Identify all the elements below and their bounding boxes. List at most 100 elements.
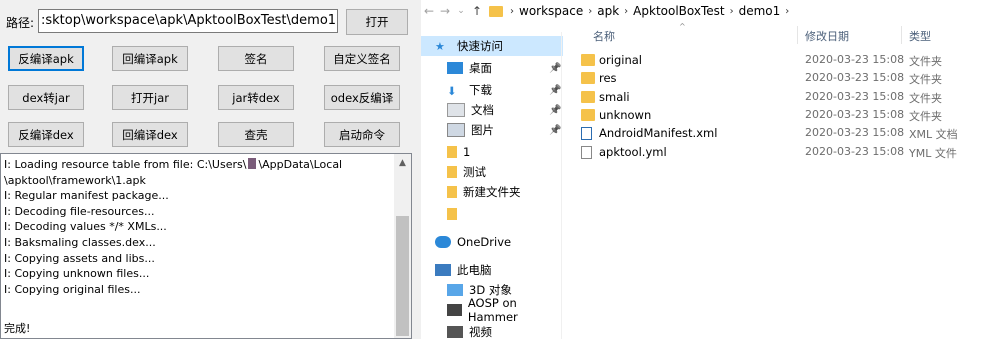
nav-item[interactable]: 文档 📌 — [421, 100, 561, 120]
nav-item[interactable]: 视频 — [421, 322, 492, 342]
nav-label: 此电脑 — [457, 263, 492, 277]
sort-up-icon: ^ — [679, 22, 686, 31]
log-text: I: Copying unknown files... — [4, 267, 150, 281]
breadcrumb-item[interactable]: ApktoolBoxTest — [633, 4, 724, 18]
folder-icon — [581, 72, 595, 85]
back-icon[interactable]: ← — [421, 4, 437, 18]
folder-icon — [581, 90, 595, 103]
nav-label: 桌面 — [469, 61, 492, 75]
log-text: I: Decoding file-resources... — [4, 204, 155, 218]
nav-label: AOSP on Hammer — [467, 296, 518, 324]
file-type: 文件夹 — [909, 55, 942, 68]
log-text: I: Copying original files... — [4, 282, 141, 296]
scroll-thumb[interactable] — [396, 216, 409, 336]
log-output[interactable]: I: Loading resource table from file: C:\… — [0, 153, 412, 339]
log-scrollbar[interactable]: ▲ — [394, 154, 411, 338]
file-date: 2020-03-23 15:08 — [805, 107, 905, 121]
star-icon: ★ — [435, 40, 445, 53]
nav-item[interactable]: 测试 — [421, 162, 486, 182]
up-arrow-icon[interactable]: ↑ — [469, 4, 485, 18]
nav-label: 快速访问 — [457, 39, 503, 53]
file-row[interactable]: AndroidManifest.xml 2020-03-23 15:08 XML 文… — [581, 125, 981, 143]
breadcrumb-chevron-icon[interactable]: › — [785, 6, 789, 17]
log-text-suffix: \AppData\Local — [258, 158, 343, 171]
file-row[interactable]: apktool.yml 2020-03-23 15:08 YML 文件 — [581, 144, 981, 162]
breadcrumb-chevron-icon[interactable]: › — [510, 6, 514, 17]
pin-icon[interactable]: 📌 — [549, 85, 561, 96]
log-text: I: Baksmaling classes.dex... — [4, 235, 156, 249]
file-name: unknown — [599, 107, 652, 122]
file-type: 文件夹 — [909, 73, 942, 87]
log-text: I: Loading resource table from file: C:\… — [4, 158, 247, 171]
file-name: apktool.yml — [599, 144, 667, 159]
breadcrumb-chevron-icon[interactable]: › — [624, 6, 628, 17]
file-row[interactable]: smali 2020-03-23 15:08 文件夹 — [581, 89, 981, 107]
log-line: I: Loading resource table from file: C:\… — [4, 157, 396, 173]
action-button[interactable]: 回编译dex — [112, 122, 188, 147]
action-button[interactable]: jar转dex — [218, 85, 294, 110]
nav-item[interactable]: 图片 📌 — [421, 120, 561, 140]
action-button[interactable]: 自定义签名 — [324, 46, 400, 71]
breadcrumb-item[interactable]: workspace — [519, 4, 583, 18]
document-icon — [447, 103, 465, 117]
nav-item[interactable]: 1 — [421, 142, 470, 162]
nav-item[interactable] — [421, 204, 463, 224]
column-name[interactable]: 名称 — [593, 28, 615, 44]
action-button[interactable]: 反编译apk — [8, 46, 84, 71]
file-name: res — [599, 71, 617, 86]
nav-item[interactable]: AOSP on Hammer — [421, 296, 563, 324]
file-name: AndroidManifest.xml — [599, 126, 718, 141]
download-icon: ⬇ — [447, 84, 457, 98]
action-button[interactable]: dex转jar — [8, 85, 84, 110]
recent-chevron-icon[interactable]: ⌄ — [453, 6, 469, 16]
log-line: \apktool\framework\1.apk — [4, 173, 396, 189]
action-button[interactable]: 反编译dex — [8, 122, 84, 147]
nav-label: 图片 — [471, 123, 494, 137]
breadcrumb-chevron-icon[interactable]: › — [730, 6, 734, 17]
nav-item[interactable]: 新建文件夹 — [421, 182, 521, 202]
path-label: 路径: — [6, 16, 35, 30]
pin-icon[interactable]: 📌 — [549, 105, 561, 116]
scroll-up-icon[interactable]: ▲ — [394, 154, 411, 171]
file-row[interactable]: original 2020-03-23 15:08 文件夹 — [581, 52, 981, 70]
log-line: I: Decoding file-resources... — [4, 204, 396, 220]
nav-label: 视频 — [469, 325, 492, 339]
breadcrumb-item[interactable]: apk — [597, 4, 619, 18]
nav-item[interactable]: ★ 快速访问 — [421, 36, 563, 56]
breadcrumb-item[interactable]: demo1 — [739, 4, 781, 18]
action-button[interactable]: 启动命令 — [324, 122, 400, 147]
column-divider[interactable] — [797, 26, 798, 44]
pin-icon[interactable]: 📌 — [549, 63, 561, 74]
breadcrumb[interactable]: › workspace › apk › ApktoolBoxTest › demo1 › — [489, 4, 794, 18]
nav-item[interactable]: OneDrive — [421, 232, 511, 252]
nav-label: 新建文件夹 — [463, 185, 521, 199]
apk-path-input[interactable]: :sktop\workspace\apk\ApktoolBoxTest\demo… — [38, 9, 338, 33]
nav-item[interactable]: ⬇ 下载 📌 — [421, 80, 561, 100]
nav-item[interactable]: 此电脑 — [421, 260, 492, 280]
open-button[interactable]: 打开 — [346, 9, 408, 35]
forward-icon[interactable]: → — [437, 4, 453, 18]
file-row[interactable]: unknown 2020-03-23 15:08 文件夹 — [581, 107, 981, 125]
log-text: I: Decoding values */* XMLs... — [4, 220, 167, 234]
xml-file-icon — [581, 127, 592, 141]
nav-item[interactable]: 桌面 📌 — [421, 58, 561, 78]
column-date[interactable]: 修改日期 — [805, 28, 849, 44]
action-button[interactable]: 打开jar — [112, 85, 188, 110]
log-text: I: Regular manifest package... — [4, 189, 169, 203]
log-line: I: Copying original files... — [4, 282, 396, 298]
file-date: 2020-03-23 15:08 — [805, 53, 905, 66]
action-button[interactable]: odex反编译 — [324, 85, 400, 110]
action-button[interactable]: 查壳 — [218, 122, 294, 147]
file-type: XML 文档 — [909, 128, 958, 142]
folder-icon — [447, 146, 457, 158]
log-lines: I: Loading resource table from file: C:\… — [4, 157, 396, 297]
breadcrumb-chevron-icon[interactable]: › — [588, 6, 592, 17]
action-button[interactable]: 回编译apk — [112, 46, 188, 71]
column-type[interactable]: 类型 — [909, 28, 931, 44]
pin-icon[interactable]: 📌 — [549, 125, 561, 136]
column-divider[interactable] — [901, 26, 902, 44]
file-date: 2020-03-23 15:08 — [805, 89, 905, 103]
file-row[interactable]: res 2020-03-23 15:08 文件夹 — [581, 70, 981, 88]
action-button[interactable]: 签名 — [218, 46, 294, 71]
log-line: I: Regular manifest package... — [4, 188, 396, 204]
